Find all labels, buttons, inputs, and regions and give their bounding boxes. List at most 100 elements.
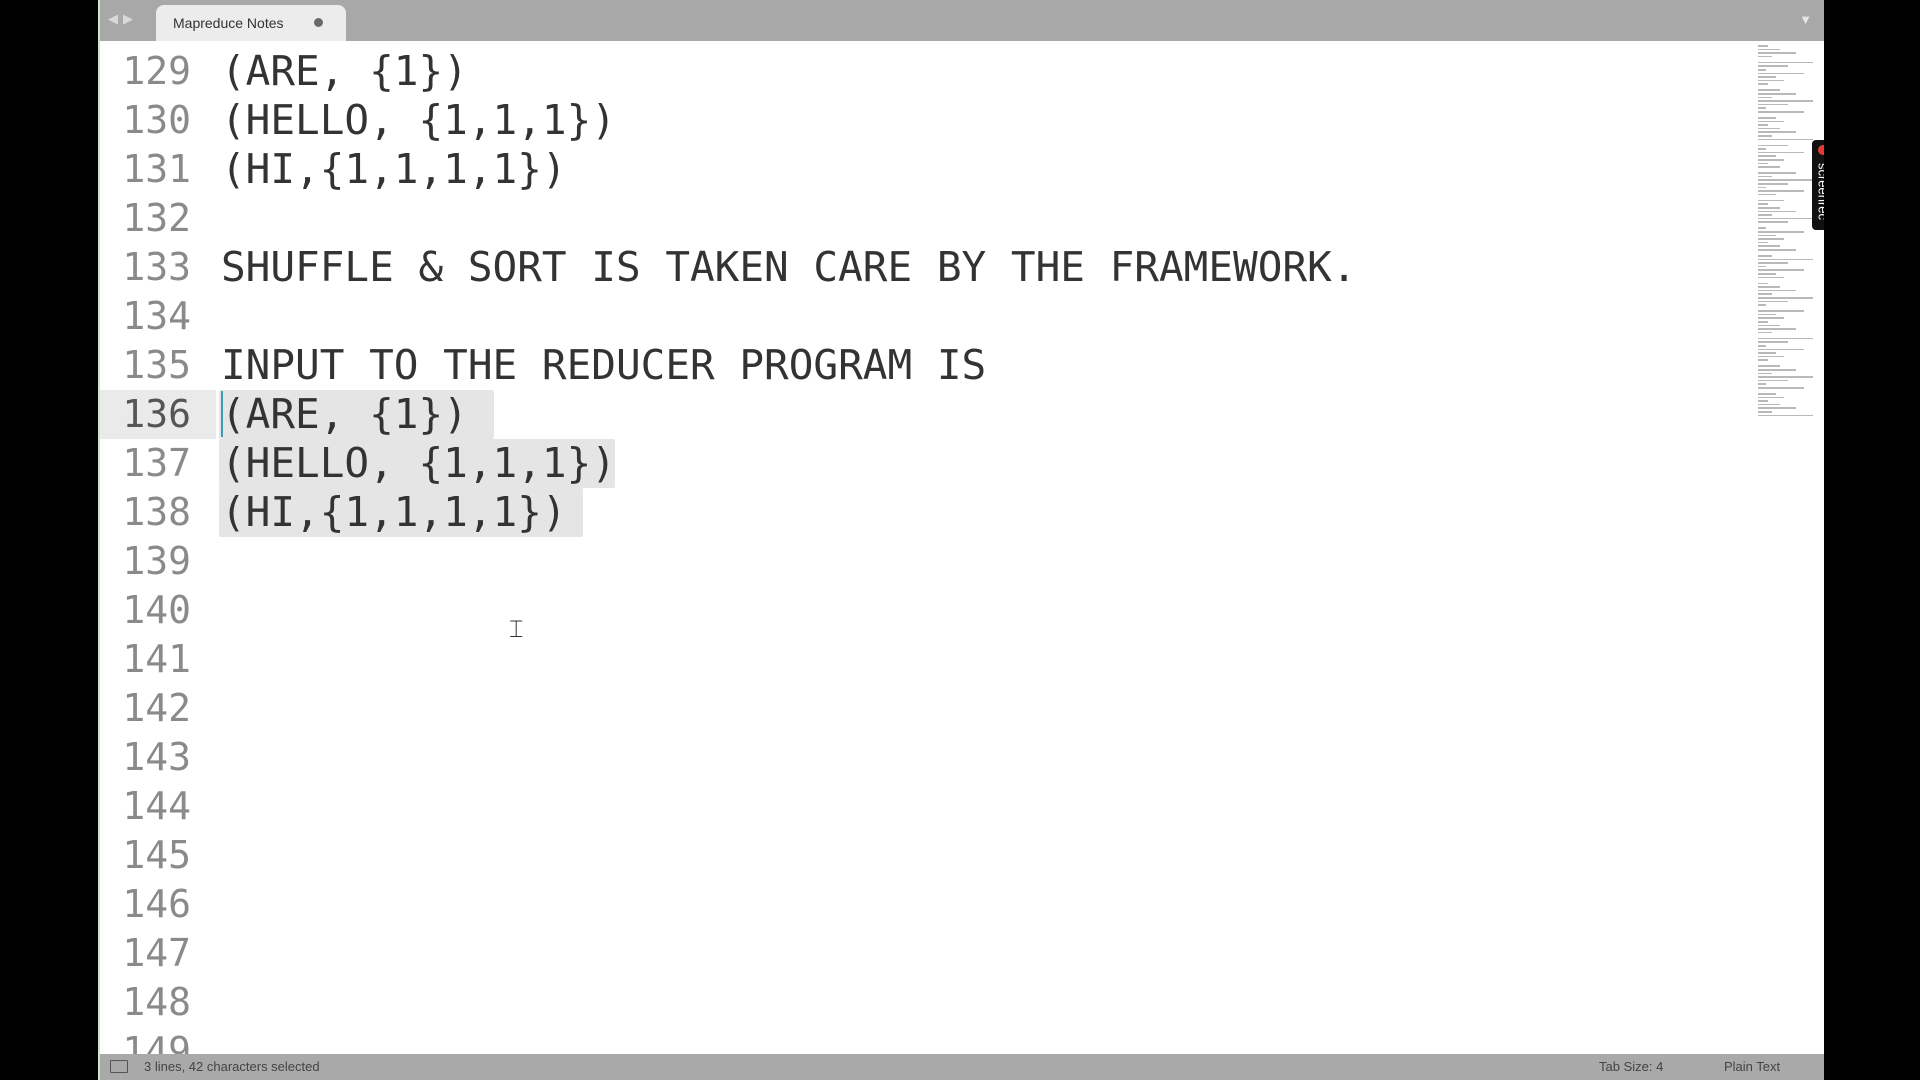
minimap-line bbox=[1758, 76, 1776, 78]
text-caret bbox=[221, 391, 223, 437]
line-text[interactable]: SHUFFLE & SORT IS TAKEN CARE BY THE FRAM… bbox=[221, 243, 1356, 292]
unsaved-dot-icon[interactable] bbox=[314, 18, 323, 27]
editor-line[interactable]: 133 SHUFFLE & SORT IS TAKEN CARE BY THE F… bbox=[98, 243, 1718, 292]
editor-line[interactable]: 137 (HELLO, {1,1,1}) bbox=[98, 439, 1718, 488]
triangle-right-icon[interactable]: ▶ bbox=[123, 11, 133, 27]
line-number: 141 bbox=[122, 637, 191, 681]
minimap-line bbox=[1758, 365, 1780, 367]
minimap-line bbox=[1758, 352, 1776, 354]
panel-icon[interactable] bbox=[110, 1060, 128, 1073]
line-text[interactable]: (ARE, {1}) bbox=[221, 390, 468, 439]
status-bar: 3 lines, 42 characters selected Tab Size… bbox=[98, 1054, 1824, 1080]
minimap-line bbox=[1758, 345, 1766, 347]
minimap-line bbox=[1758, 300, 1788, 303]
minimap-line bbox=[1758, 221, 1788, 223]
minimap-line bbox=[1758, 48, 1780, 51]
line-text[interactable]: (HI,{1,1,1,1}) bbox=[221, 145, 567, 194]
minimap-line bbox=[1758, 227, 1766, 229]
minimap-line bbox=[1758, 276, 1784, 279]
minimap-line bbox=[1758, 231, 1804, 233]
line-number: 139 bbox=[122, 539, 191, 583]
editor-line[interactable]: 134 bbox=[98, 292, 1718, 341]
minimap-line bbox=[1758, 411, 1772, 413]
editor-line[interactable]: 149 bbox=[98, 1027, 1718, 1054]
minimap-line bbox=[1758, 93, 1796, 95]
tab-title: Mapreduce Notes bbox=[173, 15, 284, 31]
minimap-line bbox=[1758, 65, 1788, 67]
editor-line[interactable]: 145 bbox=[98, 831, 1718, 880]
minimap-line bbox=[1758, 328, 1796, 330]
minimap-line bbox=[1758, 407, 1796, 409]
minimap-line bbox=[1758, 355, 1784, 358]
editor-line[interactable]: 131 (HI,{1,1,1,1}) bbox=[98, 145, 1718, 194]
line-number: 147 bbox=[122, 931, 191, 975]
line-number: 148 bbox=[122, 980, 191, 1024]
line-number: 143 bbox=[122, 735, 191, 779]
editor-line[interactable]: 138 (HI,{1,1,1,1}) bbox=[98, 488, 1718, 537]
syntax-selector[interactable]: Plain Text bbox=[1724, 1059, 1780, 1074]
minimap-line bbox=[1758, 379, 1788, 382]
editor-line[interactable]: 130 (HELLO, {1,1,1}) bbox=[98, 96, 1718, 145]
minimap-line bbox=[1758, 144, 1788, 147]
minimap-line bbox=[1758, 273, 1776, 275]
line-text[interactable]: (HELLO, {1,1,1}) bbox=[221, 439, 616, 488]
editor-line[interactable]: 135 INPUT TO THE REDUCER PROGRAM IS bbox=[98, 341, 1718, 390]
editor-line[interactable]: 147 bbox=[98, 929, 1718, 978]
editor-line[interactable]: 143 bbox=[98, 733, 1718, 782]
minimap-line bbox=[1758, 207, 1780, 209]
minimap-line bbox=[1758, 138, 1813, 141]
line-text[interactable]: (HI,{1,1,1,1}) bbox=[221, 488, 567, 537]
minimap-line bbox=[1758, 72, 1804, 75]
editor-line[interactable]: 146 bbox=[98, 880, 1718, 929]
minimap-line bbox=[1758, 155, 1776, 157]
chevron-down-icon[interactable]: ▼ bbox=[1799, 12, 1812, 27]
line-number: 136 bbox=[122, 392, 191, 436]
text-editor[interactable]: 129 (ARE, {1}) 130 (HELLO, {1,1,1}) 131 (HI,{… bbox=[98, 41, 1824, 1054]
minimap-line bbox=[1758, 234, 1776, 237]
editor-line[interactable]: 139 bbox=[98, 537, 1718, 586]
minimap-line bbox=[1758, 372, 1772, 375]
editor-line[interactable]: 129 (ARE, {1}) bbox=[98, 47, 1718, 96]
minimap-line bbox=[1758, 324, 1780, 327]
minimap-line bbox=[1758, 210, 1796, 213]
minimap-line bbox=[1758, 297, 1813, 299]
editor-line[interactable]: 141 bbox=[98, 635, 1718, 684]
line-number: 146 bbox=[122, 882, 191, 926]
tab-mapreduce-notes[interactable]: Mapreduce Notes bbox=[156, 5, 346, 41]
minimap-line bbox=[1758, 117, 1776, 119]
triangle-left-icon[interactable]: ◀ bbox=[108, 11, 118, 27]
editor-line[interactable]: 144 bbox=[98, 782, 1718, 831]
line-text[interactable]: (ARE, {1}) bbox=[221, 47, 468, 96]
minimap-line bbox=[1758, 387, 1804, 389]
minimap-line bbox=[1758, 148, 1766, 150]
minimap-line bbox=[1758, 255, 1772, 257]
minimap-line bbox=[1758, 199, 1784, 202]
minimap-line bbox=[1758, 61, 1813, 64]
record-icon bbox=[1818, 145, 1824, 155]
minimap-line bbox=[1758, 282, 1768, 285]
editor-line[interactable]: 136 (ARE, {1}) bbox=[98, 390, 1718, 439]
tab-bar: ◀ ▶ Mapreduce Notes ▼ bbox=[98, 0, 1824, 41]
line-number: 137 bbox=[122, 441, 191, 485]
minimap-line bbox=[1758, 190, 1804, 192]
line-number: 132 bbox=[122, 196, 191, 240]
line-text[interactable]: (HELLO, {1,1,1}) bbox=[221, 96, 616, 145]
minimap-line bbox=[1758, 120, 1784, 123]
tab-size-selector[interactable]: Tab Size: 4 bbox=[1599, 1059, 1663, 1074]
minimap-line bbox=[1758, 286, 1780, 288]
minimap-line bbox=[1758, 293, 1772, 295]
editor-line[interactable]: 140 bbox=[98, 586, 1718, 635]
minimap-line bbox=[1758, 96, 1772, 99]
editor-line[interactable]: 148 bbox=[98, 978, 1718, 1027]
editor-line[interactable]: 142 bbox=[98, 684, 1718, 733]
screenrec-badge[interactable]: screenrec bbox=[1812, 140, 1824, 230]
editor-line[interactable]: 132 bbox=[98, 194, 1718, 243]
minimap-line bbox=[1758, 151, 1804, 154]
minimap-line bbox=[1758, 262, 1788, 264]
line-number: 134 bbox=[122, 294, 191, 338]
line-text[interactable]: INPUT TO THE REDUCER PROGRAM IS bbox=[221, 341, 986, 390]
line-number: 142 bbox=[122, 686, 191, 730]
minimap-line bbox=[1758, 341, 1788, 343]
line-number: 138 bbox=[122, 490, 191, 534]
minimap-line bbox=[1758, 400, 1768, 402]
